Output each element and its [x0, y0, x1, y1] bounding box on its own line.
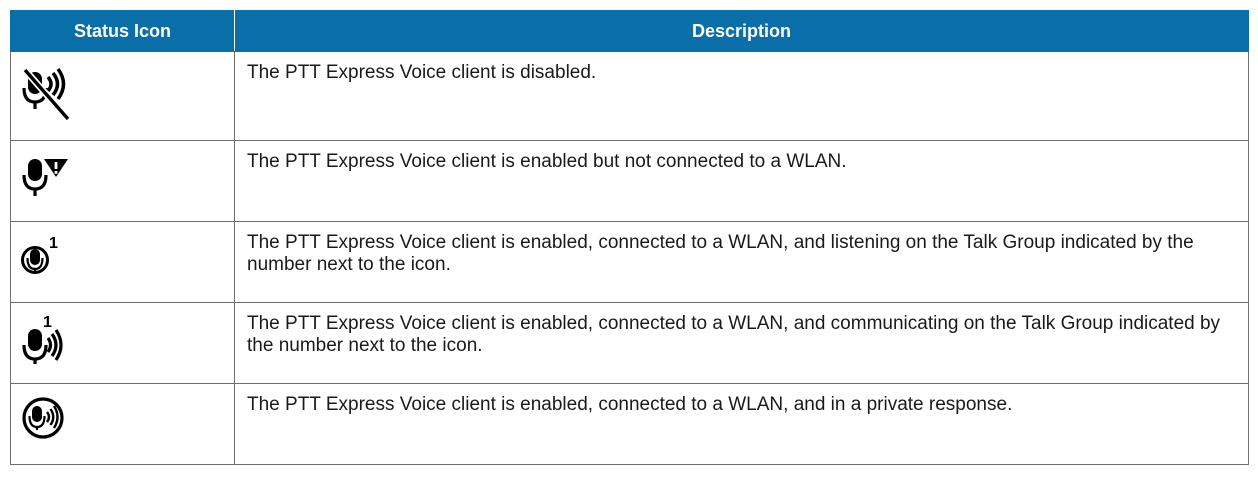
- status-icon-cell: [10, 140, 235, 222]
- mic-listening-talk-group-icon: 1: [21, 235, 58, 274]
- row-description: The PTT Express Voice client is enabled,…: [247, 232, 1194, 275]
- table-row: The PTT Express Voice client is disabled…: [10, 51, 1249, 141]
- row-description: The PTT Express Voice client is enabled,…: [247, 394, 1013, 415]
- table-header-row: Status Icon Description: [10, 10, 1249, 52]
- talk-group-number: 1: [49, 235, 58, 252]
- status-icon-cell: 1: [10, 302, 235, 384]
- row-description: The PTT Express Voice client is disabled…: [247, 62, 597, 83]
- column-header-description: Description: [234, 10, 1249, 52]
- mic-private-response-icon: [22, 397, 64, 439]
- status-icon-cell: [10, 383, 235, 465]
- status-icon-table: Status Icon Description The PTT Express …: [10, 10, 1249, 465]
- table-row: The PTT Express Voice client is enabled,…: [10, 383, 1249, 465]
- status-icon-cell: [10, 51, 235, 141]
- mic-with-waves-disabled-icon: [22, 67, 71, 122]
- row-description: The PTT Express Voice client is enabled,…: [247, 313, 1221, 356]
- table-row: The PTT Express Voice client is enabled …: [10, 140, 1249, 222]
- talk-group-number: 1: [43, 315, 52, 331]
- column-header-status-icon: Status Icon: [10, 10, 235, 52]
- status-icon-cell: 1: [10, 221, 235, 303]
- table-row: 1 The PTT Express Voice client is enable…: [10, 221, 1249, 303]
- mic-with-warning-icon: [22, 159, 68, 196]
- table-row: 1 The PTT Express Voice client is enable…: [10, 302, 1249, 384]
- row-description: The PTT Express Voice client is enabled …: [247, 151, 847, 172]
- mic-communicating-talk-group-icon: 1: [22, 315, 63, 364]
